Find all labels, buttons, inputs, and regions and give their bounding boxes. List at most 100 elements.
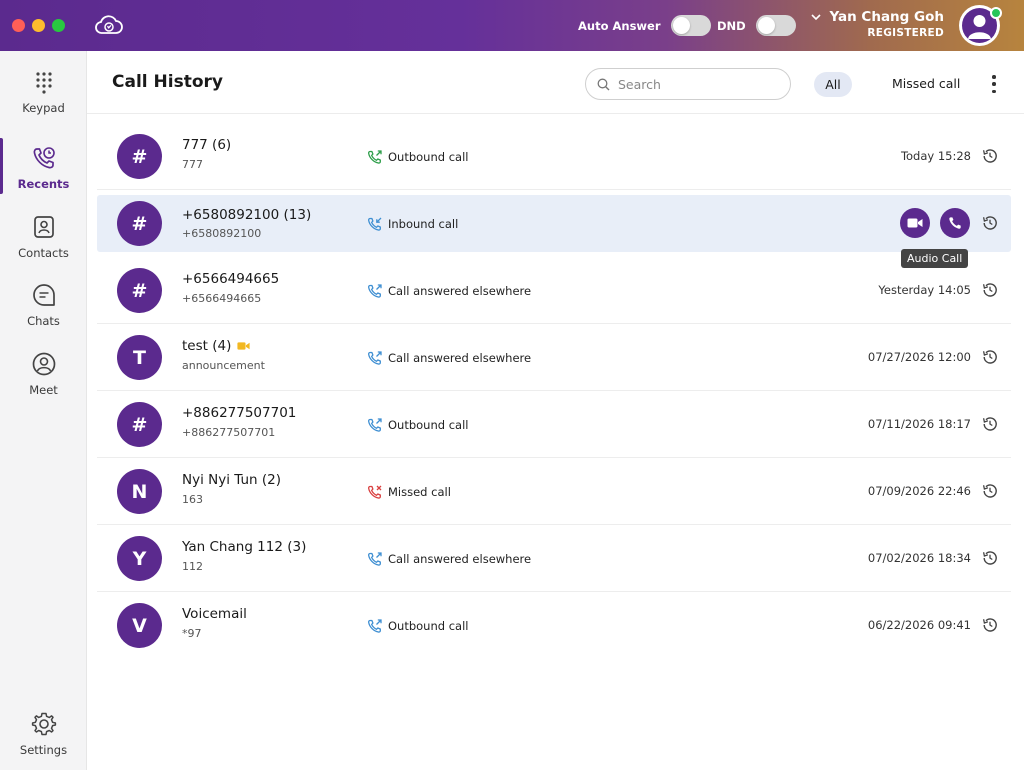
auto-answer-toggle[interactable] — [670, 15, 711, 36]
contact-name: 777 (6) — [182, 137, 232, 153]
contact-name: Nyi Nyi Tun (2) — [182, 472, 281, 488]
sidebar-item-meet[interactable]: Meet — [0, 345, 87, 411]
call-history-row[interactable]: # 777 (6) 777 Outbound call Today 15:28 — [97, 124, 1011, 190]
contact-name: test (4) — [182, 338, 232, 354]
call-type-label: Outbound call — [388, 619, 469, 633]
history-icon[interactable] — [981, 549, 999, 567]
gear-icon — [31, 712, 56, 736]
sidebar-item-label: Keypad — [22, 101, 65, 115]
call-history-row[interactable]: # +6580892100 (13) +6580892100 Inbound c… — [97, 195, 1011, 252]
sidebar: Keypad Recents Contacts Chats Meet Setti… — [0, 51, 87, 770]
user-account-menu[interactable]: Yan Chang Goh REGISTERED — [811, 9, 944, 39]
more-options-icon[interactable] — [986, 75, 1002, 93]
chats-icon — [32, 284, 55, 306]
search-input[interactable] — [618, 76, 768, 92]
window-minimize-button[interactable] — [32, 19, 45, 32]
contact-number: +6580892100 — [182, 227, 262, 240]
user-name: Yan Chang Goh — [829, 9, 944, 25]
history-icon[interactable] — [981, 415, 999, 433]
call-history-row[interactable]: T test (4) announcement Call answered el… — [97, 325, 1011, 391]
call-type-label: Outbound call — [388, 418, 469, 432]
call-timestamp: Today 15:28 — [900, 149, 971, 163]
title-bar: Auto Answer DND Yan Chang Goh REGISTERED — [0, 0, 1024, 51]
filter-all-button[interactable]: All — [814, 72, 852, 97]
sidebar-item-chats[interactable]: Chats — [0, 276, 87, 342]
user-avatar[interactable] — [959, 5, 1002, 46]
missed-call-icon — [368, 485, 382, 499]
contact-number: +6566494665 — [182, 292, 262, 305]
call-history-row[interactable]: # +886277507701 +886277507701 Outbound c… — [97, 392, 1011, 458]
history-icon[interactable] — [981, 348, 999, 366]
call-timestamp: 07/27/2026 12:00 — [867, 350, 971, 364]
auto-answer-label: Auto Answer — [578, 18, 661, 33]
contact-name: Yan Chang 112 (3) — [182, 539, 307, 555]
audio-call-button[interactable] — [940, 208, 970, 238]
video-camera-icon — [237, 342, 250, 350]
window-maximize-button[interactable] — [52, 19, 65, 32]
chevron-down-icon — [811, 13, 822, 20]
call-elsewhere-icon — [368, 284, 382, 298]
video-camera-icon — [907, 218, 923, 228]
sidebar-item-keypad[interactable]: Keypad — [0, 63, 87, 129]
call-type-label: Call answered elsewhere — [388, 552, 532, 566]
contact-avatar: Y — [117, 536, 162, 581]
sidebar-item-label: Settings — [19, 743, 68, 757]
search-icon — [597, 78, 610, 90]
history-icon[interactable] — [981, 281, 999, 299]
meet-icon — [32, 352, 55, 376]
filter-missed-button[interactable]: Missed call — [892, 76, 960, 91]
call-type-label: Call answered elsewhere — [388, 284, 532, 298]
call-type-label: Missed call — [388, 485, 451, 499]
contacts-icon — [33, 216, 54, 238]
contact-avatar: N — [117, 469, 162, 514]
sidebar-item-contacts[interactable]: Contacts — [0, 208, 87, 274]
contact-name: +886277507701 — [182, 405, 297, 421]
call-timestamp: 07/02/2026 18:34 — [867, 551, 971, 565]
dnd-label: DND — [717, 18, 746, 33]
sidebar-item-recents[interactable]: Recents — [0, 139, 87, 205]
dnd-control: DND — [717, 15, 796, 36]
contact-avatar: # — [117, 134, 162, 179]
sidebar-item-label: Chats — [27, 314, 60, 328]
video-call-button[interactable] — [900, 208, 930, 238]
sidebar-item-label: Recents — [17, 177, 70, 191]
contact-number: announcement — [182, 359, 265, 372]
contact-number: +886277507701 — [182, 426, 276, 439]
contact-name: +6580892100 (13) — [182, 207, 312, 223]
call-history-row[interactable]: # +6566494665 +6566494665 Call answered … — [97, 258, 1011, 324]
audio-call-tooltip: Audio Call — [901, 249, 969, 268]
contact-avatar: T — [117, 335, 162, 380]
history-icon[interactable] — [981, 147, 999, 165]
history-icon[interactable] — [981, 214, 999, 232]
call-type-label: Outbound call — [388, 150, 469, 164]
call-timestamp: 07/09/2026 22:46 — [867, 484, 971, 498]
contact-avatar: # — [117, 201, 162, 246]
phone-icon — [949, 217, 961, 229]
dnd-toggle[interactable] — [755, 15, 796, 36]
call-timestamp: Yesterday 14:05 — [878, 283, 971, 297]
call-type-label: Call answered elsewhere — [388, 351, 532, 365]
contact-number: 777 — [182, 158, 203, 171]
call-type-label: Inbound call — [388, 217, 459, 231]
contact-number: 112 — [182, 560, 203, 573]
recents-icon — [33, 147, 55, 169]
call-timestamp: 07/11/2026 18:17 — [867, 417, 971, 431]
page-title: Call History — [112, 72, 223, 92]
registration-status: REGISTERED — [867, 27, 944, 39]
call-elsewhere-icon — [368, 351, 382, 365]
call-history-row[interactable]: N Nyi Nyi Tun (2) 163 Missed call 07/09/… — [97, 459, 1011, 525]
contact-name: Voicemail — [182, 606, 247, 622]
call-history-row[interactable]: V Voicemail *97 Outbound call 06/22/2026… — [97, 593, 1011, 659]
history-icon[interactable] — [981, 482, 999, 500]
call-elsewhere-icon — [368, 552, 382, 566]
history-icon[interactable] — [981, 616, 999, 634]
call-history-row[interactable]: Y Yan Chang 112 (3) 112 Call answered el… — [97, 526, 1011, 592]
sidebar-item-settings[interactable]: Settings — [0, 705, 87, 770]
keypad-icon — [35, 72, 52, 94]
inbound-call-icon — [368, 217, 382, 231]
sidebar-item-label: Meet — [29, 383, 58, 397]
presence-indicator — [990, 7, 1002, 19]
search-box[interactable] — [585, 68, 791, 100]
sidebar-item-label: Contacts — [18, 246, 69, 260]
window-close-button[interactable] — [12, 19, 25, 32]
